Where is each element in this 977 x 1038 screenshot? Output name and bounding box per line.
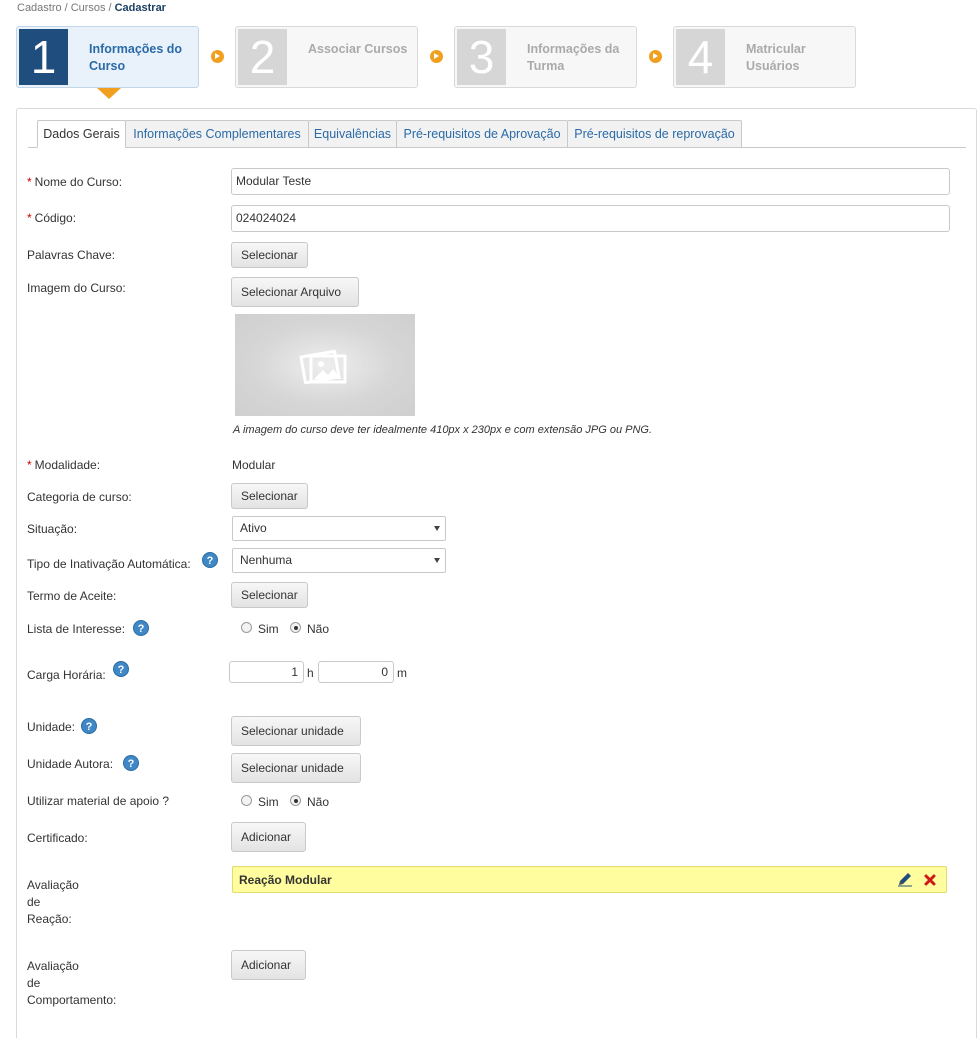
avaliacao-reacao-item: Reação Modular bbox=[232, 866, 947, 893]
wizard-step-3[interactable]: 3 Informações da Turma bbox=[454, 26, 637, 88]
step-number: 4 bbox=[676, 29, 725, 85]
hours-unit: h bbox=[307, 666, 314, 680]
step-number: 3 bbox=[457, 29, 506, 85]
step-label: Associar Cursos bbox=[308, 42, 408, 56]
step-label: Matricular Usuários bbox=[746, 42, 806, 73]
palavras-chave-select-button[interactable]: Selecionar bbox=[231, 242, 308, 268]
tipo-inativacao-label: Tipo de Inativação Automática: bbox=[27, 557, 191, 571]
tab-informacoes-complementares[interactable]: Informações Complementares bbox=[125, 120, 309, 148]
course-image-placeholder bbox=[235, 314, 415, 416]
step-arrow-icon bbox=[649, 50, 662, 63]
help-icon[interactable]: ? bbox=[81, 718, 97, 734]
tipo-inativacao-selected-value: Nenhuma bbox=[240, 553, 293, 567]
material-apoio-sim-radio[interactable] bbox=[241, 795, 252, 806]
material-apoio-sim-label: Sim bbox=[258, 795, 279, 809]
help-icon[interactable]: ? bbox=[133, 620, 149, 636]
lista-interesse-nao-label: Não bbox=[307, 622, 330, 636]
chevron-down-icon bbox=[434, 526, 440, 531]
carga-horaria-label: Carga Horária: bbox=[27, 668, 106, 682]
required-mark: * bbox=[27, 458, 32, 472]
avaliacao-reacao-label: Avaliação de Reação: bbox=[27, 878, 79, 926]
lista-interesse-nao-radio[interactable] bbox=[290, 622, 301, 633]
material-apoio-nao-radio[interactable] bbox=[290, 795, 301, 806]
step-number: 2 bbox=[238, 29, 287, 85]
tab-pre-requisitos-aprovacao[interactable]: Pré-requisitos de Aprovação bbox=[396, 120, 568, 148]
unidade-autora-select-button[interactable]: Selecionar unidade bbox=[231, 753, 361, 783]
wizard-step-2[interactable]: 2 Associar Cursos bbox=[235, 26, 418, 88]
avaliacao-reacao-title: Reação Modular bbox=[239, 873, 332, 887]
step-label: Informações da Turma bbox=[527, 42, 620, 73]
avaliacao-comportamento-label: Avaliação de Comportamento: bbox=[27, 959, 117, 1007]
material-apoio-label: Utilizar material de apoio ? bbox=[27, 794, 170, 808]
form-panel bbox=[16, 108, 977, 1038]
lista-interesse-sim-label: Sim bbox=[258, 622, 279, 636]
lista-interesse-label: Lista de Interesse: bbox=[27, 622, 126, 636]
image-caption: A imagem do curso deve ter idealmente 41… bbox=[233, 424, 653, 436]
step-number: 1 bbox=[19, 29, 68, 85]
breadcrumb-separator: / bbox=[64, 2, 68, 14]
tab-dados-gerais[interactable]: Dados Gerais bbox=[37, 120, 126, 148]
active-step-pointer-icon bbox=[97, 88, 121, 99]
lista-interesse-sim-radio[interactable] bbox=[241, 622, 252, 633]
termo-aceite-select-button[interactable]: Selecionar bbox=[231, 582, 308, 608]
step-label: Informações do Curso bbox=[89, 42, 183, 73]
codigo-input[interactable]: 024024024 bbox=[231, 205, 950, 232]
palavras-chave-label: Palavras Chave: bbox=[27, 248, 116, 262]
pencil-icon[interactable] bbox=[897, 871, 913, 887]
certificado-add-button[interactable]: Adicionar bbox=[231, 822, 306, 852]
required-mark: * bbox=[27, 175, 32, 189]
codigo-label: * Código: bbox=[27, 211, 77, 225]
material-apoio-nao-label: Não bbox=[307, 795, 330, 809]
carga-minutos-input[interactable]: 0 bbox=[318, 661, 394, 683]
step-arrow-icon bbox=[211, 50, 224, 63]
situacao-label: Situação: bbox=[27, 522, 78, 536]
breadcrumb-current: Cadastrar bbox=[114, 2, 166, 14]
modalidade-value: Modular bbox=[232, 458, 276, 472]
situacao-select[interactable]: Ativo bbox=[232, 516, 446, 541]
required-mark: * bbox=[27, 211, 32, 225]
help-icon[interactable]: ? bbox=[123, 755, 139, 771]
carga-horas-input[interactable]: 1 bbox=[229, 661, 304, 683]
breadcrumb-cursos[interactable]: Cursos bbox=[71, 2, 106, 14]
chevron-down-icon bbox=[434, 558, 440, 563]
termo-aceite-label: Termo de Aceite: bbox=[27, 589, 117, 603]
image-icon bbox=[299, 349, 347, 385]
unidade-autora-label: Unidade Autora: bbox=[27, 757, 114, 771]
imagem-curso-label: Imagem do Curso: bbox=[27, 281, 126, 295]
breadcrumb: Cadastro / Cursos / Cadastrar bbox=[17, 2, 166, 14]
minutes-unit: m bbox=[397, 666, 407, 680]
avaliacao-comportamento-add-button[interactable]: Adicionar bbox=[231, 950, 306, 980]
certificado-label: Certificado: bbox=[27, 831, 88, 845]
nome-curso-input[interactable]: Modular Teste bbox=[231, 168, 950, 195]
close-icon[interactable] bbox=[924, 874, 936, 886]
nome-curso-label: * Nome do Curso: bbox=[27, 175, 123, 189]
step-arrow-icon bbox=[430, 50, 443, 63]
breadcrumb-separator: / bbox=[108, 2, 112, 14]
help-icon[interactable]: ? bbox=[202, 552, 218, 568]
tab-equivalencias[interactable]: Equivalências bbox=[308, 120, 397, 148]
modalidade-label: * Modalidade: bbox=[27, 458, 101, 472]
unidade-label: Unidade: bbox=[27, 720, 76, 734]
tipo-inativacao-select[interactable]: Nenhuma bbox=[232, 548, 446, 573]
tab-pre-requisitos-reprovacao[interactable]: Pré-requisitos de reprovação bbox=[567, 120, 742, 148]
situacao-selected-value: Ativo bbox=[240, 521, 267, 535]
unidade-select-button[interactable]: Selecionar unidade bbox=[231, 716, 361, 746]
select-file-button[interactable]: Selecionar Arquivo bbox=[231, 277, 359, 307]
wizard-step-1[interactable]: 1 Informações do Curso bbox=[16, 26, 199, 88]
breadcrumb-cadastro[interactable]: Cadastro bbox=[17, 2, 62, 14]
wizard-step-4[interactable]: 4 Matricular Usuários bbox=[673, 26, 856, 88]
categoria-label: Categoria de curso: bbox=[27, 490, 132, 504]
help-icon[interactable]: ? bbox=[113, 661, 129, 677]
categoria-select-button[interactable]: Selecionar bbox=[231, 483, 308, 509]
